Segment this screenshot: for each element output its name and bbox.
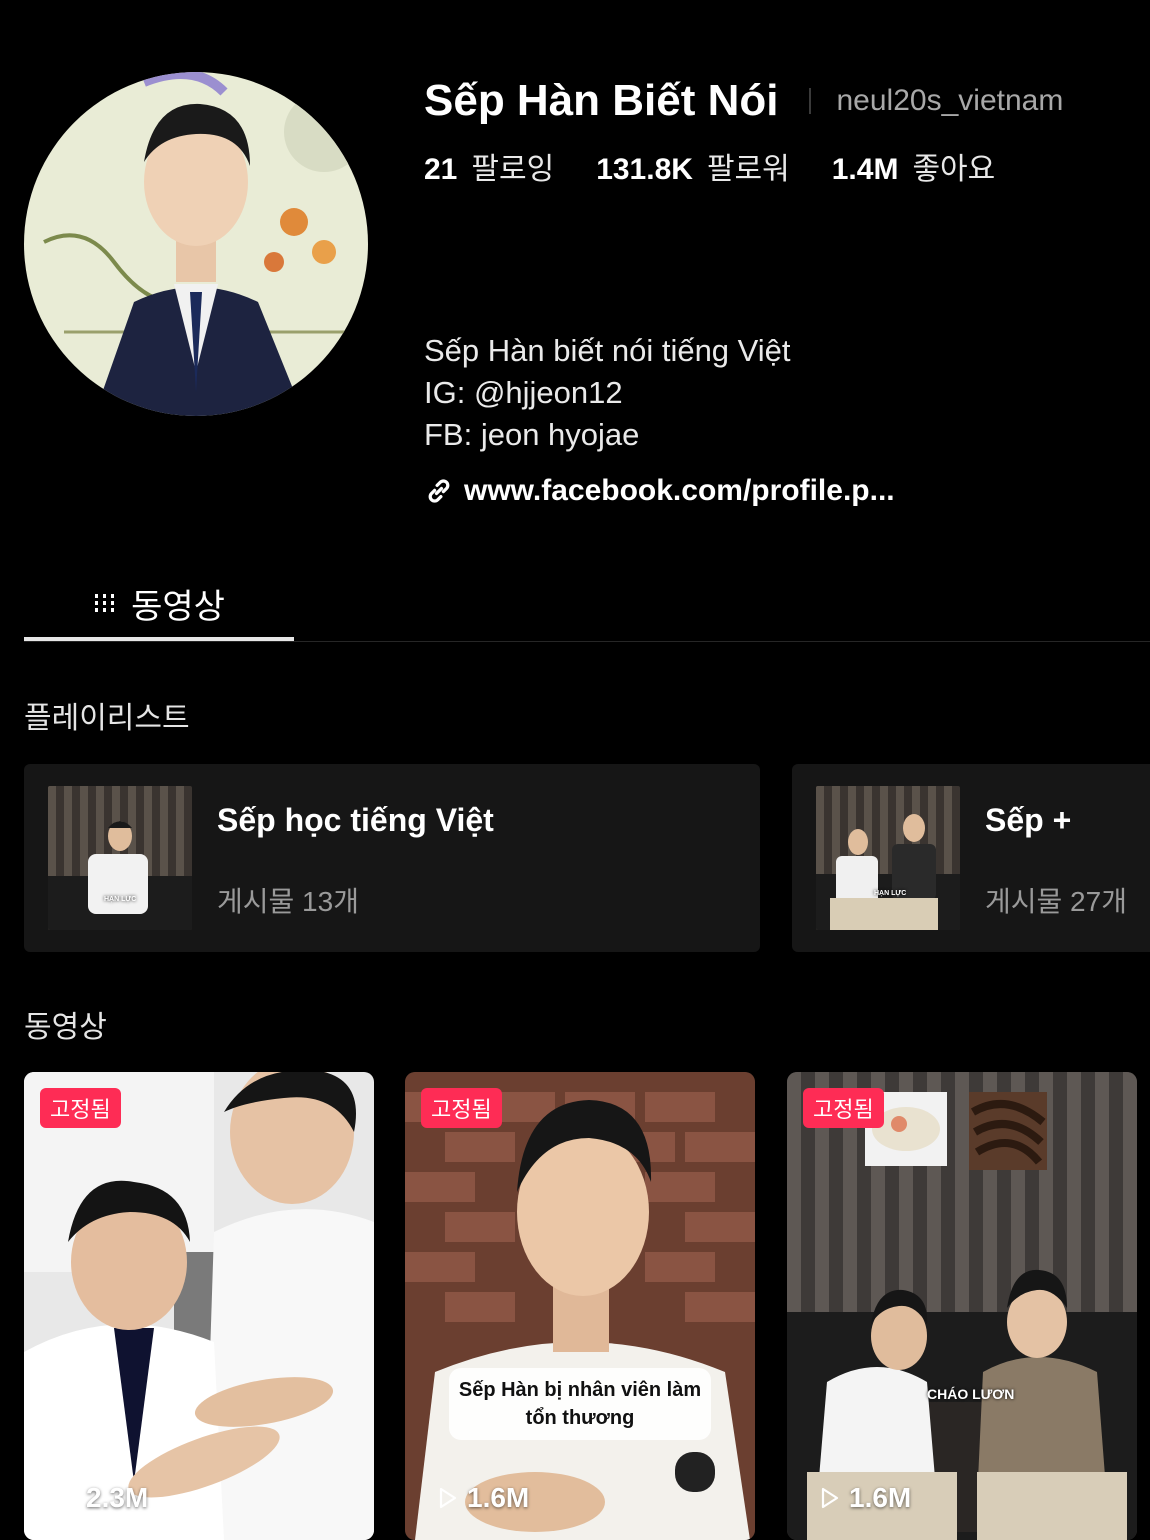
stat-likes: 1.4M 좋아요 [832, 144, 996, 188]
profile-link-text: www.facebook.com/profile.p... [464, 474, 895, 507]
playlist-thumbnail: HẠN LỰC [48, 786, 192, 930]
profile-stats: 21 팔로잉 131.8K 팔로워 1.4M 좋아요 [424, 144, 1037, 188]
view-count: 2.3M [54, 1482, 148, 1514]
video-overlay-text: CHÁO LƯƠN [927, 1386, 1015, 1402]
tab-label: 동영상 [131, 587, 225, 626]
grid-icon [95, 594, 115, 612]
tab-videos[interactable]: 동영상 [24, 565, 294, 641]
stat-following[interactable]: 21 팔로잉 [424, 144, 554, 188]
video-thumbnail [787, 1072, 1137, 1540]
video-thumbnail [24, 1072, 374, 1540]
pinned-badge: 고정됨 [40, 1088, 121, 1128]
playlists-heading: 플레이리스트 [24, 702, 190, 735]
video-thumbnail [405, 1072, 755, 1540]
display-name: Sếp Hàn Biết Nói [424, 76, 779, 125]
stat-value: 131.8K [596, 153, 693, 186]
playlist-card[interactable]: HẠN LỰC Sếp + 게시물 27개 [792, 764, 1150, 952]
stat-followers[interactable]: 131.8K 팔로워 [596, 144, 790, 188]
stat-label: 팔로워 [706, 153, 790, 186]
tab-divider [24, 641, 1150, 642]
profile-bio: Sếp Hàn biết nói tiếng Việt IG: @hjjeon1… [424, 330, 791, 456]
view-count: 1.6M [817, 1482, 911, 1514]
name-divider [808, 88, 811, 114]
playlist-title: Sếp học tiếng Việt [217, 802, 494, 838]
stat-value: 21 [424, 153, 458, 186]
stat-label: 팔로잉 [471, 153, 555, 186]
link-icon [428, 479, 450, 503]
play-icon [439, 1487, 457, 1509]
view-count-text: 1.6M [467, 1482, 530, 1513]
pinned-badge: 고정됨 [421, 1088, 502, 1128]
view-count-text: 1.6M [849, 1482, 912, 1513]
play-icon [821, 1487, 839, 1509]
video-caption: Sếp Hàn bị nhân viên làm tổn thương [449, 1368, 711, 1440]
thumbnail-caption: HẠN LỰC [104, 896, 137, 903]
bio-line: FB: jeon hyojae [424, 417, 640, 452]
playlist-title: Sếp + [985, 802, 1072, 838]
playlist-count: 게시물 27개 [985, 886, 1127, 917]
playlist-card[interactable]: HẠN LỰC Sếp học tiếng Việt 게시물 13개 [24, 764, 760, 952]
video-card[interactable]: 고정됨 2.3M [24, 1072, 374, 1540]
profile-link[interactable]: www.facebook.com/profile.p... [424, 474, 895, 508]
view-count-text: 2.3M [86, 1482, 149, 1513]
video-card[interactable]: 고정됨 CHÁO LƯƠN 1.6M [787, 1072, 1137, 1540]
pinned-badge: 고정됨 [803, 1088, 884, 1128]
play-icon [58, 1487, 76, 1509]
username-handle: neul20s_vietnam [836, 84, 1064, 117]
playlist-count: 게시물 13개 [217, 886, 359, 917]
thumbnail-caption: HẠN LỰC [874, 890, 907, 897]
profile-avatar[interactable] [24, 72, 368, 416]
stat-label: 좋아요 [912, 153, 996, 186]
videos-heading: 동영상 [24, 1011, 107, 1044]
bio-line: Sếp Hàn biết nói tiếng Việt [424, 333, 791, 368]
stat-value: 1.4M [831, 153, 899, 186]
view-count: 1.6M [435, 1482, 529, 1514]
video-card[interactable]: 고정됨 Sếp Hàn bị nhân viên làm tổn thương … [405, 1072, 755, 1540]
bio-line: IG: @hjjeon12 [424, 375, 623, 410]
profile-header: Sếp Hàn Biết Nói neul20s_vietnam [424, 76, 1063, 126]
playlist-thumbnail: HẠN LỰC [816, 786, 960, 930]
